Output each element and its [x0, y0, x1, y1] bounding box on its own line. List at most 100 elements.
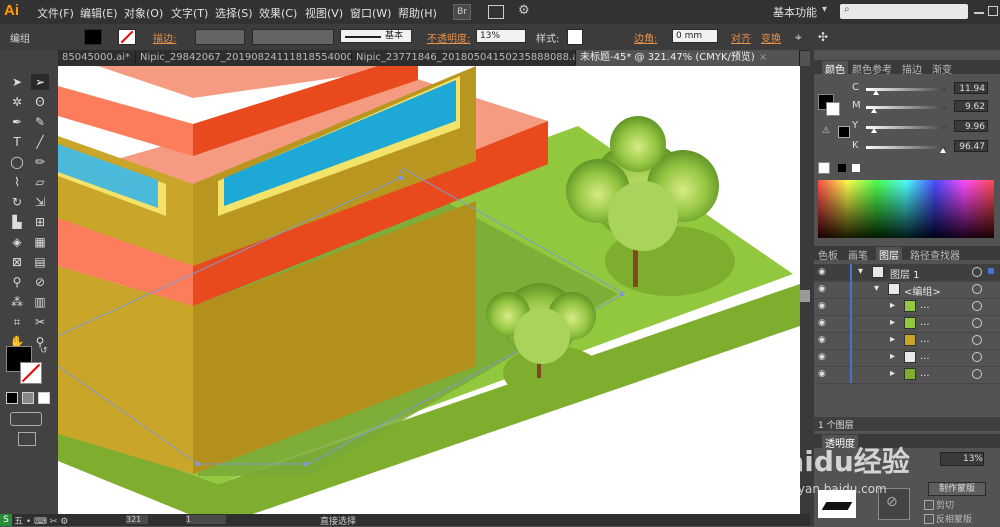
menu-view[interactable]: 视图(V): [305, 5, 343, 21]
layer-row[interactable]: ◉ ▸ ...: [814, 366, 1000, 384]
slider-knob-icon[interactable]: [872, 90, 879, 95]
align-link[interactable]: 对齐: [731, 30, 751, 45]
zoom-field[interactable]: 321: [126, 515, 148, 524]
color-spectrum[interactable]: [818, 180, 994, 238]
layer-row[interactable]: ◉ ▸ ...: [814, 315, 1000, 333]
screen-mode-icon[interactable]: [18, 432, 36, 446]
tab-swatches[interactable]: 色板: [818, 247, 838, 262]
eye-icon[interactable]: ◉: [818, 267, 828, 277]
layer-row[interactable]: ◉ ▸ ...: [814, 332, 1000, 350]
opacity-field[interactable]: 13%: [476, 29, 526, 43]
eye-icon[interactable]: ◉: [818, 352, 828, 362]
pencil-tool-icon[interactable]: ✏: [31, 154, 49, 170]
help-search-input[interactable]: ⌕: [840, 4, 968, 19]
slider-knob-icon[interactable]: [870, 108, 877, 113]
shape-builder-icon[interactable]: ◈: [8, 234, 26, 250]
panel-options-icon[interactable]: ✣: [818, 30, 828, 44]
swap-colors-icon[interactable]: ↺: [40, 346, 48, 356]
tab-pathfinder[interactable]: 路径查找器: [910, 247, 960, 262]
fill-swatch[interactable]: [84, 29, 102, 45]
tab-color-guide[interactable]: 颜色参考: [852, 61, 892, 76]
workspace-switcher[interactable]: 基本功能: [773, 4, 817, 20]
arrange-documents-icon[interactable]: [488, 5, 504, 19]
out-of-gamut-icon[interactable]: ⚠: [822, 126, 830, 136]
graphic-style-swatch[interactable]: [567, 29, 583, 45]
stroke-color-box[interactable]: [20, 362, 42, 384]
menu-type[interactable]: 文字(T): [171, 5, 208, 21]
menu-select[interactable]: 选择(S): [215, 5, 253, 21]
minimize-icon[interactable]: [974, 12, 984, 14]
slider-knob-icon[interactable]: [870, 128, 877, 133]
vertical-scroll-thumb[interactable]: [800, 290, 810, 302]
eye-icon[interactable]: ◉: [818, 335, 828, 345]
artboard-number-field[interactable]: 1: [186, 515, 226, 524]
chevron-down-icon[interactable]: ▾: [822, 4, 827, 15]
transform-link[interactable]: 变换: [761, 30, 781, 45]
selection-tool-icon[interactable]: ➤: [8, 74, 26, 90]
menu-window[interactable]: 窗口(W): [350, 5, 391, 21]
blend-tool-icon[interactable]: ⊘: [31, 274, 49, 290]
perspective-grid-icon[interactable]: ▦: [31, 234, 49, 250]
symbol-sprayer-icon[interactable]: ⁂: [8, 294, 26, 310]
maximize-icon[interactable]: [988, 6, 998, 16]
target-icon[interactable]: [972, 267, 982, 277]
tab-gradient[interactable]: 渐变: [932, 61, 952, 76]
lasso-icon[interactable]: ʘ: [31, 94, 49, 110]
tab-document-active[interactable]: 未标题-45* @ 321.47% (CMYK/预览) ×: [576, 50, 800, 66]
gradient-tool-icon[interactable]: ▤: [31, 254, 49, 270]
target-icon[interactable]: [972, 318, 982, 328]
opacity-label[interactable]: 不透明度:: [427, 30, 470, 45]
layer-row[interactable]: ◉ ▸ ...: [814, 298, 1000, 316]
eye-icon[interactable]: ◉: [818, 318, 828, 328]
layer-row[interactable]: ◉ ▸ ...: [814, 349, 1000, 367]
target-icon[interactable]: [972, 352, 982, 362]
color-mode-icon[interactable]: [6, 392, 18, 404]
menu-help[interactable]: 帮助(H): [398, 5, 437, 21]
stroke-weight-field[interactable]: [195, 29, 245, 45]
target-icon[interactable]: [972, 284, 982, 294]
tab-color[interactable]: 颜色: [822, 61, 848, 76]
line-tool-icon[interactable]: ╱: [31, 134, 49, 150]
curvature-tool-icon[interactable]: ✎: [31, 114, 49, 130]
tab-document-2[interactable]: Nipic_29842067_20190824111818554000.ai*×: [136, 50, 352, 66]
scale-tool-icon[interactable]: ⇲: [31, 194, 49, 210]
eraser-icon[interactable]: ▱: [31, 174, 49, 190]
none-mode-icon[interactable]: [38, 392, 50, 404]
gpu-performance-icon[interactable]: ⚙: [518, 3, 530, 18]
bridge-button[interactable]: Br: [453, 4, 471, 20]
tab-document-3[interactable]: Nipic_23771846_20180504150235888088.ai*×: [352, 50, 576, 66]
slice-tool-icon[interactable]: ✂: [31, 314, 49, 330]
gradient-mode-icon[interactable]: [22, 392, 34, 404]
magenta-slider[interactable]: M 9.62: [852, 100, 998, 114]
menu-file[interactable]: 文件(F): [37, 5, 74, 21]
direct-selection-tool-icon[interactable]: ➢: [31, 74, 49, 90]
menu-edit[interactable]: 编辑(E): [80, 5, 118, 21]
artboard-tool-icon[interactable]: ⌗: [8, 314, 26, 330]
web-safe-swatch[interactable]: [838, 126, 850, 138]
magic-wand-icon[interactable]: ✲: [8, 94, 26, 110]
white-swatch[interactable]: [852, 164, 860, 172]
make-mask-button[interactable]: 制作蒙版: [928, 482, 986, 496]
artboard-canvas[interactable]: [58, 66, 800, 516]
variable-width-profile[interactable]: [252, 29, 334, 45]
target-icon[interactable]: [972, 335, 982, 345]
width-tool-icon[interactable]: ▙: [8, 214, 26, 230]
type-tool-icon[interactable]: T: [8, 134, 26, 150]
cyan-slider[interactable]: C 11.94: [852, 82, 998, 96]
brush-definition-select[interactable]: 基本: [340, 29, 412, 43]
none-swatch[interactable]: [818, 162, 830, 174]
ellipse-tool-icon[interactable]: ◯: [8, 154, 26, 170]
free-transform-icon[interactable]: ⊞: [31, 214, 49, 230]
tab-document-1[interactable]: 85045000.ai*: [58, 50, 136, 66]
tab-brushes[interactable]: 画笔: [848, 247, 868, 262]
drawing-mode-icon[interactable]: [10, 412, 42, 426]
stroke-swatch[interactable]: [118, 29, 136, 45]
isolate-group-icon[interactable]: ⌖: [795, 30, 802, 45]
menu-object[interactable]: 对象(O): [124, 5, 163, 21]
eye-icon[interactable]: ◉: [818, 284, 828, 294]
eye-icon[interactable]: ◉: [818, 369, 828, 379]
layer-row[interactable]: ◉ ▾ 图层 1: [814, 264, 1000, 282]
clip-checkbox[interactable]: [924, 500, 934, 510]
column-graph-icon[interactable]: ▥: [31, 294, 49, 310]
yellow-slider[interactable]: Y 9.96: [852, 120, 998, 134]
